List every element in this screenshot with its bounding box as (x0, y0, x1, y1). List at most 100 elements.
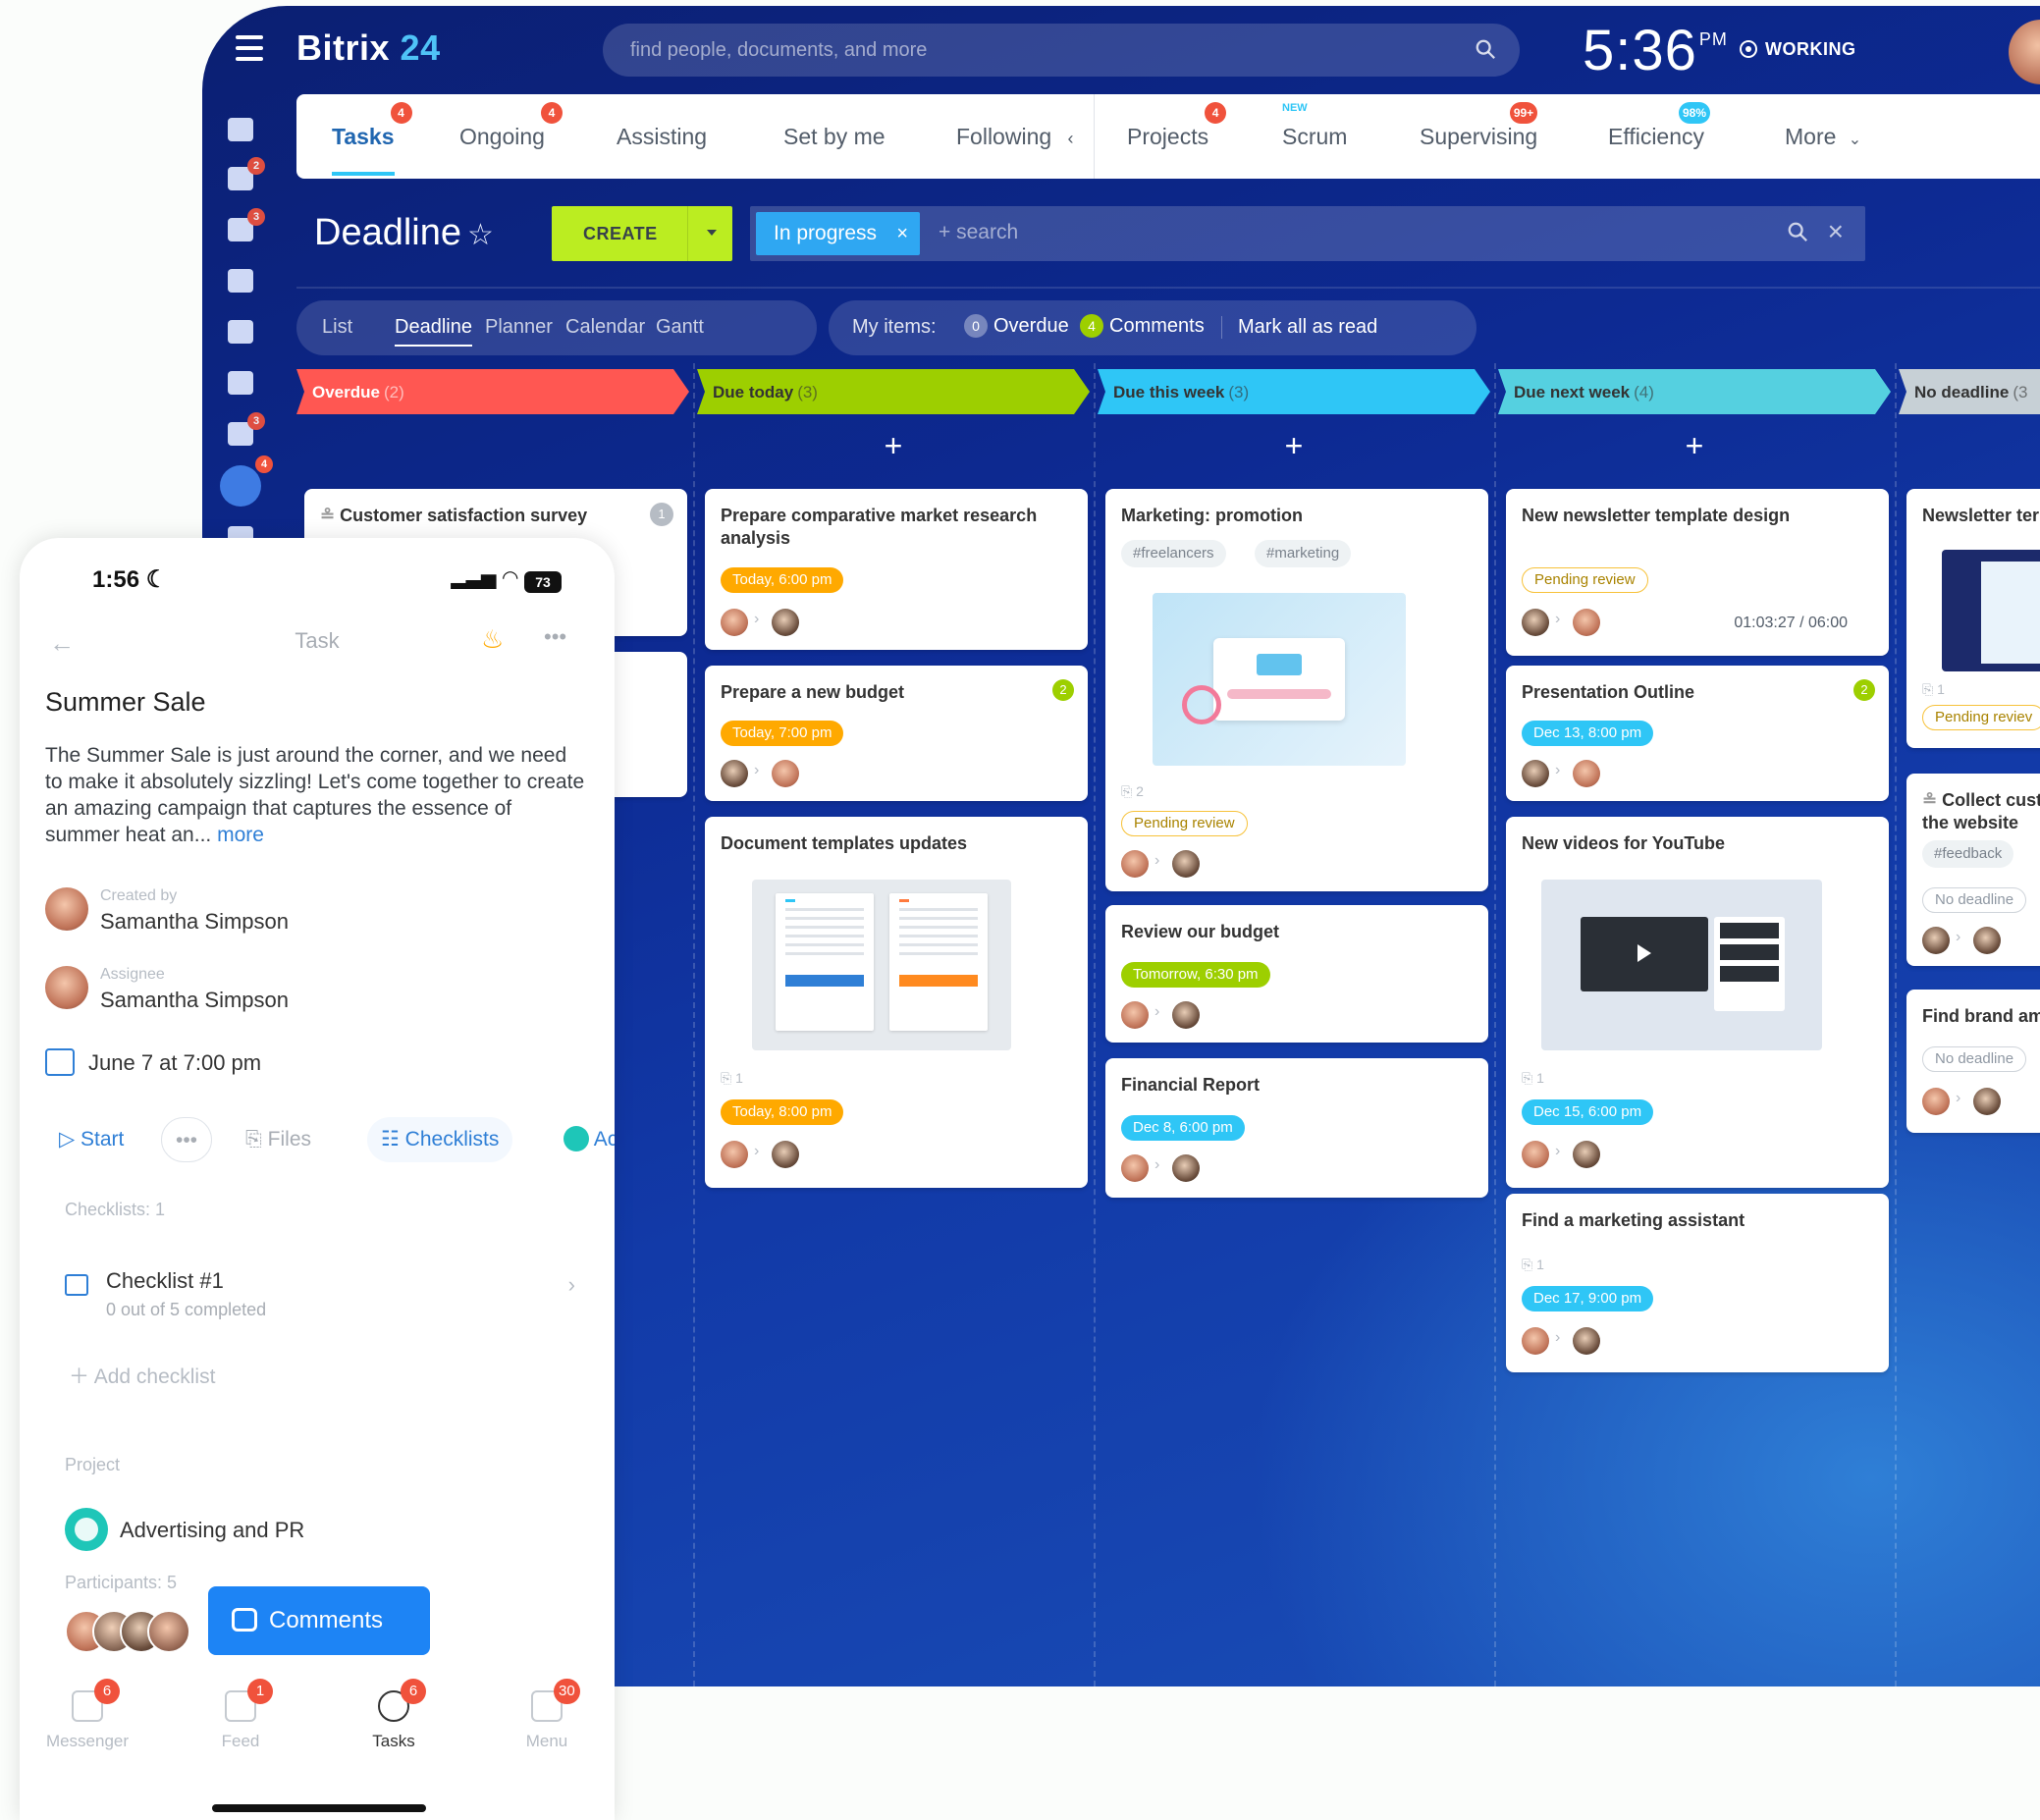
avatar[interactable] (1522, 1327, 1549, 1355)
deadline-badge[interactable]: Dec 17, 9:00 pm (1522, 1286, 1654, 1311)
start-button[interactable]: ▷ Start (45, 1117, 137, 1162)
more-icon[interactable]: ••• (544, 624, 566, 650)
avatar[interactable] (1922, 927, 1950, 954)
avatar[interactable] (1573, 1141, 1600, 1168)
clear-icon[interactable]: × (1828, 216, 1844, 247)
avatar[interactable] (1573, 760, 1600, 787)
project-row[interactable]: Advertising and PR (65, 1508, 304, 1551)
avatar[interactable] (1522, 1141, 1549, 1168)
groups-icon[interactable] (228, 371, 253, 395)
tab-following[interactable]: Following ‹ (956, 124, 1074, 150)
avatar[interactable] (1922, 1088, 1950, 1115)
avatar[interactable] (1172, 1001, 1200, 1029)
filter-chip[interactable]: In progress × (756, 212, 921, 255)
nav-messenger[interactable]: 6 Messenger (33, 1679, 141, 1751)
checklist-item[interactable]: Checklist #1 0 out of 5 completed › (65, 1268, 575, 1327)
column-header[interactable]: Due today (3) (697, 369, 1090, 414)
user-avatar[interactable] (2009, 20, 2040, 84)
app-logo[interactable]: Bitrix 24 (296, 27, 441, 69)
avatar[interactable] (1522, 760, 1549, 787)
deadline-row[interactable]: June 7 at 7:00 pm (45, 1048, 261, 1076)
tab-set-by-me[interactable]: Set by me (783, 124, 886, 150)
column-header[interactable]: Due next week (4) (1498, 369, 1891, 414)
tab-tasks[interactable]: Tasks 4 (332, 102, 412, 176)
add-task-plus-icon[interactable]: + (1098, 428, 1490, 464)
task-card[interactable]: New videos for YouTube ⎘ 1 Dec 15, 6:00 … (1506, 817, 1889, 1188)
view-gantt[interactable]: Gantt (656, 316, 704, 339)
add-button[interactable]: Ac (550, 1117, 615, 1162)
task-card[interactable]: Marketing: promotion #freelancers #marke… (1105, 489, 1488, 891)
deadline-badge[interactable]: Dec 15, 6:00 pm (1522, 1099, 1654, 1125)
feed-icon[interactable]: 2 (228, 157, 265, 190)
view-list[interactable]: List (322, 316, 352, 339)
hashtag[interactable]: #freelancers (1121, 540, 1226, 567)
task-card[interactable]: Find brand am No deadline › (1906, 990, 2040, 1133)
avatar[interactable] (1121, 1154, 1149, 1182)
avatar[interactable] (1573, 1327, 1600, 1355)
avatar[interactable] (721, 1141, 748, 1168)
close-icon[interactable]: × (896, 212, 908, 255)
avatar[interactable] (1121, 850, 1149, 878)
avatar[interactable] (1973, 1088, 2001, 1115)
column-header[interactable]: Overdue (2) (296, 369, 689, 414)
hashtag[interactable]: #marketing (1255, 540, 1352, 567)
global-search-input[interactable]: find people, documents, and more (603, 24, 1520, 77)
deadline-badge[interactable]: Dec 8, 6:00 pm (1121, 1115, 1245, 1141)
view-deadline[interactable]: Deadline (395, 316, 472, 347)
deadline-badge[interactable]: Today, 7:00 pm (721, 721, 844, 746)
clock[interactable]: 5:36 PM (1583, 18, 1728, 83)
avatar[interactable] (1121, 1001, 1149, 1029)
tab-supervising[interactable]: Supervising 99+ (1420, 102, 1538, 150)
task-card[interactable]: Presentation Outline 2 Dec 13, 8:00 pm › (1506, 666, 1889, 801)
task-card[interactable]: Document templates updates ⎘ 1 Today, 8:… (705, 817, 1088, 1188)
mark-all-read-button[interactable]: Mark all as read (1221, 316, 1377, 339)
tab-assisting[interactable]: Assisting (617, 124, 707, 150)
tab-more[interactable]: More ⌄ (1785, 124, 1861, 150)
task-card[interactable]: New newsletter template design Pending r… (1506, 489, 1889, 656)
avatar[interactable] (772, 1141, 799, 1168)
more-link[interactable]: more (217, 824, 264, 846)
document-icon[interactable] (228, 320, 253, 344)
activity-icon[interactable] (228, 118, 253, 141)
avatar[interactable] (1573, 609, 1600, 636)
nav-feed[interactable]: 1 Feed (187, 1679, 295, 1751)
task-card[interactable]: Find a marketing assistant ⎘ 1 Dec 17, 9… (1506, 1194, 1889, 1372)
deadline-badge[interactable]: Today, 8:00 pm (721, 1099, 844, 1125)
task-card[interactable]: Review our budget Tomorrow, 6:30 pm › (1105, 905, 1488, 1043)
avatar[interactable] (1172, 850, 1200, 878)
tab-efficiency[interactable]: Efficiency 98% (1608, 102, 1711, 150)
checklists-button[interactable]: ☷ Checklists (367, 1117, 513, 1162)
menu-icon[interactable] (236, 35, 263, 61)
filter-search[interactable]: In progress × + search × (750, 206, 1865, 261)
avatar[interactable] (721, 609, 748, 636)
task-card[interactable]: ≗ Collect cust on the website #feedback … (1906, 774, 2040, 966)
add-task-plus-icon[interactable]: + (1498, 428, 1891, 464)
time-tracker[interactable]: 01:03:27 / 06:00 (1734, 615, 1848, 632)
avatar[interactable] (1522, 609, 1549, 636)
deadline-badge[interactable]: Tomorrow, 6:30 pm (1121, 962, 1270, 988)
chat-icon[interactable]: 3 (228, 208, 265, 241)
add-task-plus-icon[interactable]: + (697, 428, 1090, 464)
view-planner[interactable]: Planner (485, 316, 553, 339)
comments-counter[interactable]: 4 Comments (1080, 314, 1205, 338)
deadline-badge[interactable]: Dec 13, 8:00 pm (1522, 721, 1654, 746)
drive-icon[interactable] (228, 269, 253, 293)
work-status[interactable]: WORKING (1740, 39, 1856, 60)
star-icon[interactable]: ☆ (467, 219, 494, 251)
create-button[interactable]: CREATE (552, 206, 732, 261)
tab-scrum[interactable]: NEW Scrum (1282, 102, 1347, 150)
files-button[interactable]: ⎘ Files (232, 1117, 325, 1162)
overdue-counter[interactable]: 0 Overdue (964, 314, 1069, 338)
nav-menu[interactable]: 30 Menu (493, 1679, 601, 1751)
avatar[interactable] (772, 760, 799, 787)
task-card[interactable]: Newsletter ter ⎘ 1 Pending reviev (1906, 489, 2040, 748)
hashtag[interactable]: #feedback (1922, 840, 2014, 868)
task-card[interactable]: Financial Report Dec 8, 6:00 pm › (1105, 1058, 1488, 1198)
avatar[interactable] (772, 609, 799, 636)
avatar[interactable] (1973, 927, 2001, 954)
view-calendar[interactable]: Calendar (565, 316, 645, 339)
calendar-icon[interactable]: 3 (228, 412, 265, 446)
more-actions-button[interactable]: ••• (161, 1117, 212, 1162)
task-card[interactable]: Prepare a new budget 2 Today, 7:00 pm › (705, 666, 1088, 801)
column-header[interactable]: No deadline (3 (1899, 369, 2040, 414)
